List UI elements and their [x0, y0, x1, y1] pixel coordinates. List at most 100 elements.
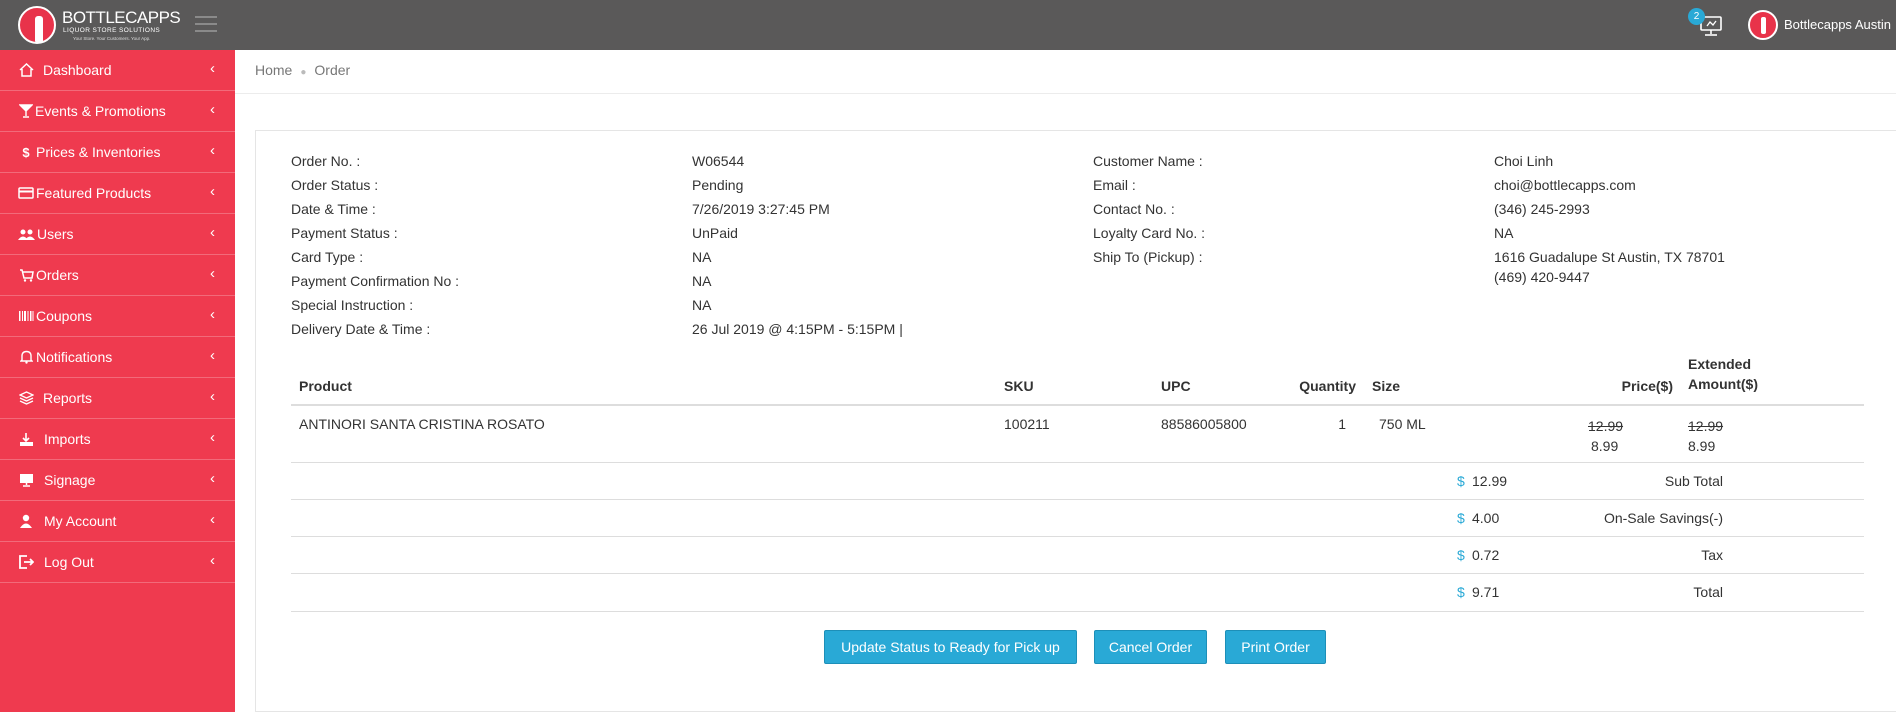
sidebar-item-featured-products[interactable]: Featured Products ‹	[0, 173, 235, 214]
sku-cell: 100211	[1004, 416, 1050, 432]
currency-symbol: $	[1457, 473, 1465, 489]
sidebar-item-label: Log Out	[44, 554, 94, 570]
divider	[291, 611, 1864, 612]
contact-no-label: Contact No. :	[1093, 201, 1175, 217]
sidebar-item-label: Events & Promotions	[35, 103, 166, 119]
sidebar-item-notifications[interactable]: Notifications ‹	[0, 337, 235, 378]
chevron-left-icon: ‹	[210, 60, 215, 77]
divider	[235, 93, 1896, 94]
sidebar: Dashboard ‹ Events & Promotions ‹ $ Pric…	[0, 50, 235, 712]
column-header-upc: UPC	[1153, 352, 1286, 406]
cancel-order-button[interactable]: Cancel Order	[1094, 630, 1207, 664]
sidebar-item-reports[interactable]: Reports ‹	[0, 378, 235, 419]
card-type-value: NA	[692, 249, 712, 265]
sidebar-item-label: Featured Products	[36, 185, 152, 201]
total-value: 9.71	[1472, 584, 1500, 600]
notifications-button[interactable]: 2	[1688, 8, 1728, 42]
chevron-left-icon: ‹	[210, 183, 215, 200]
email-value: choi@bottlecapps.com	[1494, 177, 1636, 193]
tax-label: Tax	[1701, 547, 1723, 563]
users-icon	[17, 226, 35, 242]
brand-tagline: Your Store. Your Customers. Your App.	[73, 36, 151, 41]
logo-emblem	[18, 6, 56, 44]
sidebar-item-label: Imports	[44, 431, 91, 447]
credit-card-icon	[17, 185, 35, 201]
delivery-date-time-label: Delivery Date & Time :	[291, 321, 431, 337]
sidebar-item-imports[interactable]: Imports ‹	[0, 419, 235, 460]
sidebar-item-dashboard[interactable]: Dashboard ‹	[0, 50, 235, 91]
original-extended-amount: 12.99	[1688, 418, 1724, 434]
contact-no-value: (346) 245-2993	[1494, 201, 1590, 217]
column-header-size: Size	[1364, 352, 1499, 406]
sidebar-item-label: Users	[37, 226, 74, 242]
subtotal-label: Sub Total	[1664, 473, 1723, 489]
chevron-left-icon: ‹	[210, 101, 215, 118]
sidebar-item-orders[interactable]: Orders ‹	[0, 255, 235, 296]
sidebar-item-log-out[interactable]: Log Out ‹	[0, 542, 235, 583]
print-order-button[interactable]: Print Order	[1225, 630, 1326, 664]
chevron-left-icon: ‹	[210, 470, 215, 487]
product-cell: ANTINORI SANTA CRISTINA ROSATO	[299, 416, 545, 432]
sidebar-item-label: My Account	[44, 513, 117, 529]
total-row: Total $ 9.71	[291, 573, 1864, 610]
chevron-left-icon: ‹	[210, 511, 215, 528]
update-status-button[interactable]: Update Status to Ready for Pick up	[824, 630, 1077, 664]
cocktail-icon	[17, 103, 35, 119]
order-status-label: Order Status :	[291, 177, 379, 193]
quantity-cell: 1	[1338, 416, 1346, 432]
user-icon	[17, 513, 35, 529]
sidebar-item-events-promotions[interactable]: Events & Promotions ‹	[0, 91, 235, 132]
sidebar-item-label: Notifications	[36, 349, 113, 365]
extended-amount-cell: 12.99 8.99	[1680, 405, 1864, 466]
breadcrumb-separator-icon: ●	[300, 67, 307, 78]
chevron-left-icon: ‹	[210, 429, 215, 446]
column-header-extended-amount: Extended Amount($)	[1680, 352, 1864, 406]
loyalty-card-value: NA	[1494, 225, 1514, 241]
order-items-table: Product SKU UPC Quantity Size Price($) E…	[291, 352, 1864, 466]
chevron-left-icon: ‹	[210, 142, 215, 159]
sale-price: 8.99	[1591, 438, 1619, 454]
savings-value: 4.00	[1472, 510, 1500, 526]
special-instruction-label: Special Instruction :	[291, 297, 414, 313]
column-header-quantity: Quantity	[1286, 352, 1364, 406]
bell-icon	[17, 349, 35, 365]
chevron-left-icon: ‹	[210, 265, 215, 282]
customer-name-value: Choi Linh	[1494, 153, 1554, 169]
brand-logo[interactable]: BOTTLECAPPS LIQUOR STORE SOLUTIONS Your …	[18, 4, 181, 46]
extended-header-line2: Amount($)	[1688, 376, 1758, 392]
payment-confirmation-value: NA	[692, 273, 712, 289]
dollar-icon: $	[22, 144, 30, 160]
savings-row: On-Sale Savings(-) $ 4.00	[291, 499, 1864, 536]
ship-to-address: 1616 Guadalupe St Austin, TX 78701	[1494, 249, 1725, 265]
currency-symbol: $	[1457, 547, 1465, 563]
sidebar-item-label: Coupons	[36, 308, 93, 324]
subtotal-row: Sub Total $ 12.99	[291, 462, 1864, 499]
import-icon	[17, 431, 35, 447]
special-instruction-value: NA	[692, 297, 712, 313]
cart-icon	[17, 267, 35, 283]
email-label: Email :	[1093, 177, 1136, 193]
sidebar-item-prices-inventories[interactable]: $ Prices & Inventories ‹	[0, 132, 235, 173]
chevron-left-icon: ‹	[210, 552, 215, 569]
sale-extended-amount: 8.99	[1688, 438, 1716, 454]
sidebar-item-users[interactable]: Users ‹	[0, 214, 235, 255]
upc-cell: 88586005800	[1161, 416, 1247, 432]
menu-toggle-icon[interactable]	[195, 16, 217, 32]
chevron-left-icon: ‹	[210, 306, 215, 323]
sidebar-item-label: Prices & Inventories	[36, 144, 161, 160]
breadcrumb: Home ● Order	[255, 62, 350, 78]
home-icon	[17, 62, 35, 78]
avatar	[1748, 10, 1778, 40]
order-no-value: W06544	[692, 153, 745, 169]
extended-header-line1: Extended	[1688, 356, 1752, 372]
sidebar-item-signage[interactable]: Signage ‹	[0, 460, 235, 501]
order-status-value: Pending	[692, 177, 744, 193]
sidebar-item-coupons[interactable]: Coupons ‹	[0, 296, 235, 337]
tax-row: Tax $ 0.72	[291, 536, 1864, 573]
order-no-label: Order No. :	[291, 153, 361, 169]
sidebar-item-my-account[interactable]: My Account ‹	[0, 501, 235, 542]
currency-symbol: $	[1457, 584, 1465, 600]
user-menu[interactable]: Bottlecapps Austin	[1748, 10, 1896, 40]
brand-subtitle: LIQUOR STORE SOLUTIONS	[63, 27, 161, 34]
breadcrumb-home[interactable]: Home	[255, 62, 292, 78]
